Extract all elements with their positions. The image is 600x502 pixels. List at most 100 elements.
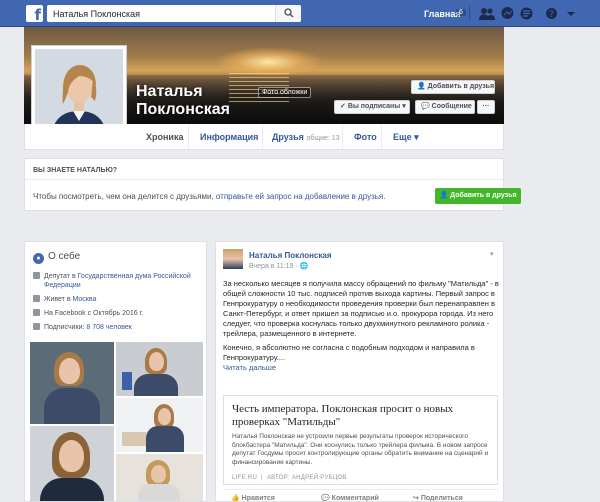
link-title[interactable]: Честь императора. Поклонская просит о но…: [232, 403, 490, 429]
photo-thumbnail[interactable]: [116, 398, 203, 452]
cover-photo-label[interactable]: Фото обложки: [258, 87, 312, 98]
search-box: [47, 5, 301, 22]
post-paragraph: За несколько месяцев я получила массу об…: [223, 279, 499, 338]
tab-timeline[interactable]: Хроника: [146, 132, 183, 142]
share-button[interactable]: ↪ Поделиться: [413, 494, 463, 502]
know-title: ВЫ ЗНАЕТЕ НАТАЛЬЮ?: [33, 167, 118, 174]
tab-divider: [342, 124, 343, 150]
photo-thumbnail[interactable]: [116, 454, 203, 501]
post-paragraph: Конечно, я абсолютно не согласна с подоб…: [223, 343, 475, 362]
like-icon: 👍: [231, 495, 242, 502]
tab-divider: [262, 124, 263, 150]
photo-thumbnail[interactable]: [30, 342, 114, 424]
help-icon[interactable]: ?: [545, 7, 558, 20]
about-work-prefix: Депутат в: [44, 273, 78, 280]
send-request-link[interactable]: отправьте ей запрос на добавление в друз…: [216, 192, 386, 201]
add-friend-green-button[interactable]: 👤 Добавить в друзья: [435, 188, 521, 204]
subscribed-label: Вы подписаны: [347, 103, 401, 110]
know-text-prefix: Чтобы посмотреть, чем она делится с друз…: [33, 192, 216, 201]
post-time-text: Вчера в 11:19 ·: [249, 263, 300, 270]
home-count-badge: 6: [456, 9, 466, 16]
post-body: За несколько месяцев я получила массу об…: [223, 279, 499, 373]
add-friend-icon: 👤: [417, 83, 428, 90]
search-button[interactable]: [275, 5, 301, 22]
clock-icon: [33, 309, 40, 316]
about-item-lives: Живет в Москва: [33, 295, 203, 305]
like-button[interactable]: 👍 Нравится: [231, 494, 275, 502]
nav-divider: [469, 6, 470, 21]
message-icon: 💬: [421, 103, 432, 110]
top-navigation-bar: f Главная 6 ?: [0, 0, 600, 27]
about-heading: ● О себе: [33, 251, 80, 264]
profile-name[interactable]: Наталья Поклонская: [136, 83, 246, 119]
subscribed-button[interactable]: ✓ Вы подписаны ▾: [334, 100, 410, 114]
search-icon: [284, 8, 294, 18]
message-label: Сообщение: [431, 103, 472, 110]
moscow-link[interactable]: Москва: [73, 296, 97, 303]
link-source: LIFE.RU | АВТОР: АНДРЕЙ РУБЦОВ: [232, 475, 347, 481]
followers-link[interactable]: 8 708 человек: [86, 324, 131, 331]
link-author: АВТОР: АНДРЕЙ РУБЦОВ: [266, 475, 347, 481]
globe-icon: 🌐: [299, 263, 309, 270]
post-timestamp[interactable]: Вчера в 11:19 · 🌐: [249, 262, 308, 270]
read-more-link[interactable]: Читать дальше: [223, 363, 276, 372]
check-icon: ✓: [340, 103, 348, 110]
link-domain: LIFE.RU: [232, 475, 258, 481]
tab-friends[interactable]: Друзья общие: 13: [272, 132, 340, 142]
about-joined-text: На Facebook с Октябрь 2016 г.: [44, 310, 144, 317]
comment-button[interactable]: 💬 Комментарий: [321, 494, 379, 502]
tab-more-label: Еще: [393, 132, 412, 142]
about-item-joined: На Facebook с Октябрь 2016 г.: [33, 309, 203, 319]
chevron-down-icon: ▾: [400, 103, 406, 110]
link-description: Наталья Поклонская не устроили первые ре…: [232, 433, 489, 466]
mutual-friends-count: общие: 13: [306, 135, 340, 142]
followers-icon: [33, 323, 40, 330]
about-item-work: Депутат в Государственная дума Российско…: [33, 272, 203, 290]
home-icon: [33, 295, 40, 302]
settings-dropdown-icon[interactable]: [566, 7, 576, 20]
chevron-down-icon: ▾: [414, 132, 419, 142]
about-lives-prefix: Живет в: [44, 296, 73, 303]
add-friend-icon: 👤: [439, 192, 451, 199]
add-friend-label: Добавить в друзья: [427, 83, 495, 90]
add-friend-green-label: Добавить в друзья: [450, 192, 517, 199]
tab-friends-label: Друзья: [272, 132, 304, 142]
photo-thumbnail[interactable]: [30, 426, 114, 501]
profile-tabs: Хроника Информация Друзья общие: 13 Фото…: [24, 124, 504, 150]
tab-divider: [188, 124, 189, 150]
messages-icon[interactable]: [501, 7, 514, 20]
post-author-avatar[interactable]: [223, 249, 243, 269]
post-options-chevron-icon[interactable]: ▾: [490, 250, 494, 258]
briefcase-icon: [33, 272, 40, 279]
about-followers-prefix: Подписчики:: [44, 324, 87, 331]
know-her-box: ВЫ ЗНАЕТЕ НАТАЛЬЮ? Чтобы посмотреть, чем…: [24, 158, 521, 211]
facebook-logo[interactable]: f: [26, 5, 43, 22]
add-friend-button[interactable]: 👤 Добавить в друзья: [411, 80, 495, 94]
friend-requests-icon[interactable]: [479, 7, 495, 20]
message-button[interactable]: 💬 Сообщение: [415, 100, 475, 114]
comment-label: Комментарий: [331, 495, 379, 502]
search-input[interactable]: [47, 5, 267, 22]
svg-text:?: ?: [549, 10, 554, 20]
about-title: О себе: [48, 251, 81, 262]
photos-grid: [30, 342, 203, 501]
shared-link-card[interactable]: Честь императора. Поклонская просит о но…: [223, 395, 498, 485]
like-label: Нравится: [241, 495, 275, 502]
comment-icon: 💬: [321, 495, 332, 502]
post-actions-bar: 👍 Нравится 💬 Комментарий ↪ Поделиться: [223, 489, 498, 502]
tab-photos[interactable]: Фото: [354, 132, 377, 142]
tab-more[interactable]: Еще ▾: [393, 132, 419, 143]
notifications-icon[interactable]: [520, 7, 533, 20]
about-item-followers: Подписчики: 8 708 человек: [33, 323, 203, 333]
more-options-button[interactable]: ···: [477, 100, 495, 114]
tab-about[interactable]: Информация: [200, 132, 258, 142]
photo-thumbnail[interactable]: [116, 342, 203, 396]
about-panel: ● О себе Депутат в Государственная дума Р…: [24, 241, 207, 502]
timeline-post: Наталья Поклонская Вчера в 11:19 · 🌐 ▾ З…: [215, 241, 504, 502]
post-author-name[interactable]: Наталья Поклонская: [249, 251, 332, 260]
globe-icon: ●: [33, 253, 44, 264]
share-label: Поделиться: [420, 495, 463, 502]
tab-divider: [381, 124, 382, 150]
divider: [25, 179, 503, 180]
know-text: Чтобы посмотреть, чем она делится с друз…: [33, 192, 385, 201]
